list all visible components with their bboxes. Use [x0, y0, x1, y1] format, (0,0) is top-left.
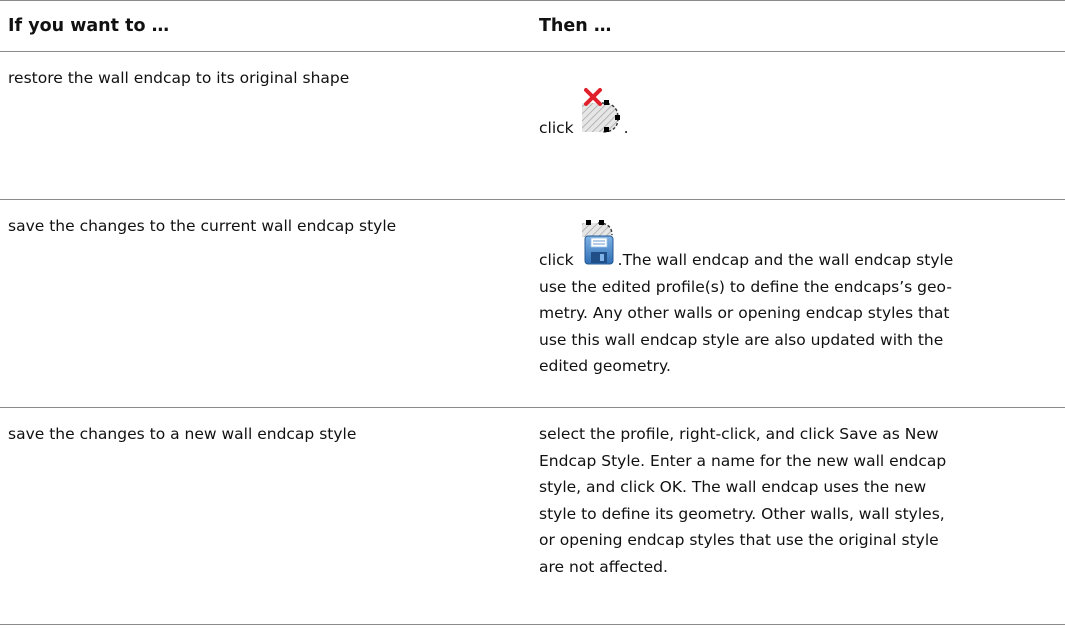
- table-row: restore the wall endcap to its original …: [0, 51, 1065, 199]
- click-word: click: [539, 119, 574, 137]
- want-cell: restore the wall endcap to its original …: [8, 52, 528, 92]
- then-line-5: are not affected.: [539, 557, 668, 576]
- want-text: save the changes to a new wall endcap st…: [8, 425, 357, 443]
- then-line-0: select the profile, right-click, and cli…: [539, 425, 939, 443]
- period-text: .: [623, 119, 629, 137]
- then-first-line: click .The wall endcap and the wall endc…: [539, 200, 1059, 274]
- then-line-4: or opening endcap styles that use the or…: [539, 531, 939, 549]
- table-row: save the changes to the current wall end…: [0, 199, 1065, 407]
- table-row: save the changes to a new wall endcap st…: [0, 407, 1065, 625]
- want-text: save the changes to the current wall end…: [8, 217, 397, 235]
- then-line-2: style, and click OK. The wall endcap use…: [539, 478, 927, 496]
- click-word: click: [539, 251, 574, 269]
- table-header-row: If you want to … Then …: [0, 0, 1065, 51]
- column-header-want: If you want to …: [8, 16, 170, 36]
- then-line-3: style to define its geometry. Other wall…: [539, 504, 945, 523]
- then-cell: click: [539, 200, 1059, 380]
- then-cell: click: [539, 52, 1059, 142]
- then-line-3: use this wall endcap style are also upda…: [539, 330, 944, 349]
- save-endcap-icon[interactable]: [580, 219, 616, 274]
- want-cell: save the changes to a new wall endcap st…: [8, 408, 528, 448]
- then-cell: select the profile, right-click, and cli…: [539, 408, 1059, 580]
- then-first-line-text: .The wall endcap and the wall endcap sty…: [617, 251, 954, 269]
- want-text: restore the wall endcap to its original …: [8, 69, 350, 87]
- then-line-2: metry. Any other walls or opening endcap…: [539, 304, 950, 322]
- then-line-1: use the edited profile(s) to define the …: [539, 277, 952, 296]
- want-cell: save the changes to the current wall end…: [8, 200, 528, 240]
- then-line: click .: [539, 52, 1059, 142]
- column-header-then: Then …: [539, 16, 612, 36]
- restore-endcap-icon[interactable]: [580, 87, 622, 142]
- then-line-1: Endcap Style. Enter a name for the new w…: [539, 451, 947, 470]
- then-line-4: edited geometry.: [539, 357, 671, 375]
- instruction-table: If you want to … Then … restore the wall…: [0, 0, 1065, 625]
